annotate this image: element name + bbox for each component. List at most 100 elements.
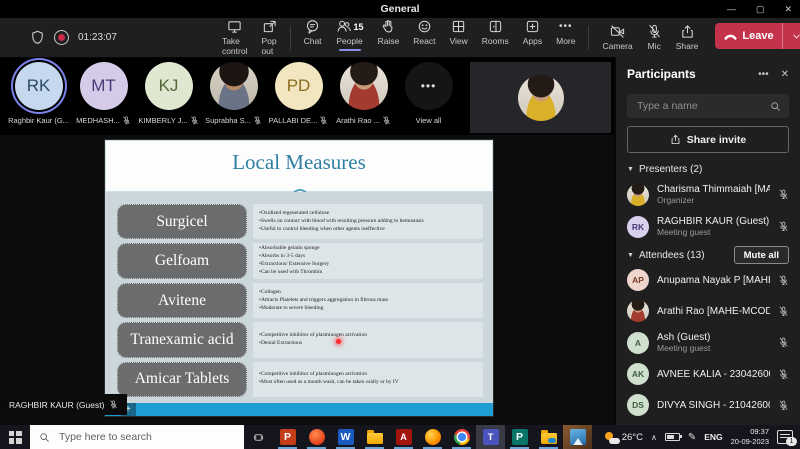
taskbar-search-input[interactable] [57, 430, 235, 444]
mic-off-icon[interactable] [778, 221, 789, 232]
slide-row-surgicel: Surgicel Oxidized regenerated cellulose … [117, 204, 483, 239]
presenters-section-header[interactable]: ▼ Presenters (2) [627, 160, 789, 178]
temperature: 26°C [622, 432, 643, 443]
share-button[interactable]: Share [669, 21, 706, 54]
apps-icon [525, 19, 540, 34]
rooms-button[interactable]: Rooms [475, 16, 516, 49]
taskbar-app-publisher[interactable]: P [505, 425, 534, 449]
participant-row[interactable]: DS DIVYA SINGH - 210426002 [627, 390, 789, 420]
mic-off-icon[interactable] [778, 369, 789, 380]
slide-footer-bar: – + [105, 403, 493, 416]
share-icon [680, 24, 695, 39]
meeting-timer: 01:23:07 [78, 32, 117, 43]
battery-icon[interactable] [665, 433, 680, 442]
apps-button[interactable]: Apps [516, 16, 549, 49]
mic-off-icon [190, 116, 199, 125]
maximize-icon[interactable]: ▢ [756, 4, 765, 15]
attendees-section-header[interactable]: ▼ Attendees (13) Mute all [627, 246, 789, 264]
taskbar-app-brave[interactable] [302, 425, 331, 449]
taskbar-app-teams[interactable]: T [476, 425, 505, 449]
mute-all-button[interactable]: Mute all [734, 246, 789, 264]
participant-row[interactable]: Charisma Thimmaiah [MAHE-MC... Organizer [627, 179, 789, 210]
mic-off-icon[interactable] [778, 275, 789, 286]
rooms-icon [488, 19, 503, 34]
taskbar-app-firefox[interactable] [418, 425, 447, 449]
chat-button[interactable]: Chat [297, 16, 329, 49]
avatar-photo [210, 62, 258, 110]
more-button[interactable]: ••• More [549, 16, 582, 49]
taskbar-app-powerpoint[interactable]: P [273, 425, 302, 449]
view-all-button[interactable]: ••• View all [396, 58, 461, 135]
avatar-photo [340, 62, 388, 110]
taskbar-search[interactable] [30, 425, 244, 449]
mic-button[interactable]: Mic [640, 21, 669, 54]
overflow-icon: ••• [405, 62, 453, 110]
panel-title: Participants [627, 67, 746, 81]
camera-button[interactable]: Camera [595, 21, 639, 54]
presenter-video-tile[interactable] [470, 62, 611, 133]
participant-row[interactable]: AP Anupama Nayak P [MAHE-MCO... [627, 265, 789, 295]
task-view-button[interactable] [244, 425, 273, 449]
chevron-down-icon: ▼ [627, 252, 634, 259]
windows-taskbar: P W A T P [0, 425, 800, 449]
publisher-icon: P [512, 429, 528, 445]
tray-date: 20-09-2023 [731, 437, 769, 447]
taskbar-app-file-explorer[interactable] [360, 425, 389, 449]
people-active-indicator [339, 49, 361, 52]
participant-search[interactable] [627, 94, 789, 118]
strip-participant[interactable]: Arathi Rao ... [331, 58, 396, 135]
toolbar-divider [588, 26, 589, 50]
meeting-status: 01:23:07 [30, 30, 117, 45]
meeting-toolbar: 01:23:07 Take control Pop out Chat 15 [0, 18, 800, 58]
leave-options-button[interactable] [783, 31, 800, 42]
minimize-icon[interactable]: — [727, 4, 736, 14]
participant-row[interactable]: RK RAGHBIR KAUR (Guest) Meeting guest [627, 211, 789, 242]
leave-button[interactable]: Leave [715, 23, 800, 49]
panel-more-icon[interactable]: ••• [758, 69, 769, 80]
taskbar-app-photos[interactable] [563, 425, 592, 449]
strip-participant[interactable]: PD PALLABI DE... [266, 58, 331, 135]
participant-row[interactable]: Arathi Rao [MAHE-MCODSMLR] [627, 296, 789, 326]
react-button[interactable]: React [406, 16, 442, 49]
taskbar-app-chrome[interactable] [447, 425, 476, 449]
taskbar-clock[interactable]: 09:37 20-09-2023 [731, 427, 769, 447]
view-button[interactable]: View [443, 16, 475, 49]
taskbar-app-acrobat[interactable]: A [389, 425, 418, 449]
participant-strip: RK Raghbir Kaur (G... MT MEDHASH... KJ K… [0, 58, 620, 135]
mic-off-icon[interactable] [778, 306, 789, 317]
strip-participant[interactable]: MT MEDHASH... [71, 58, 136, 135]
teams-meeting-window: General — ▢ ✕ 01:23:07 Take control Pop … [0, 0, 800, 449]
laser-pointer-dot [336, 339, 341, 344]
shield-icon [30, 30, 45, 45]
mic-off-icon[interactable] [778, 189, 789, 200]
people-button[interactable]: 15 People [329, 16, 371, 49]
pop-out-button[interactable]: Pop out [254, 16, 284, 59]
panel-close-icon[interactable]: ✕ [781, 69, 789, 80]
slide-row-amicar-tablets: Amicar Tablets Competitive inhibitor of … [117, 362, 483, 397]
participant-search-input[interactable] [635, 99, 770, 113]
mic-off-icon [382, 116, 391, 125]
tray-expand-icon[interactable]: ∧ [651, 433, 657, 442]
share-invite-button[interactable]: Share invite [627, 126, 789, 153]
participant-row[interactable]: AK AVNEE KALIA - 230426001 - MC... [627, 359, 789, 389]
strip-participant[interactable]: RK Raghbir Kaur (G... [6, 58, 71, 135]
mic-off-icon[interactable] [778, 337, 789, 348]
raise-hand-button[interactable]: Raise [371, 16, 407, 49]
close-icon[interactable]: ✕ [784, 4, 792, 15]
search-icon [39, 432, 50, 443]
mic-off-icon[interactable] [778, 400, 789, 411]
start-button[interactable] [0, 425, 30, 449]
slide-title: Local Measures [106, 141, 492, 175]
take-control-button[interactable]: Take control [215, 16, 255, 59]
strip-participant[interactable]: KJ KIMBERLY J... [136, 58, 201, 135]
taskbar-app-onedrive-folder[interactable] [534, 425, 563, 449]
take-control-icon [227, 19, 242, 34]
strip-participant[interactable]: Suprabha S... [201, 58, 266, 135]
pen-icon[interactable]: ✎ [688, 432, 696, 443]
participant-row[interactable]: A Ash (Guest) Meeting guest [627, 327, 789, 358]
notification-center-icon[interactable]: 1 [777, 430, 793, 444]
weather-icon [605, 432, 619, 443]
language-indicator[interactable]: ENG [704, 432, 722, 442]
taskbar-app-word[interactable]: W [331, 425, 360, 449]
weather-widget[interactable]: 26°C [605, 432, 643, 443]
